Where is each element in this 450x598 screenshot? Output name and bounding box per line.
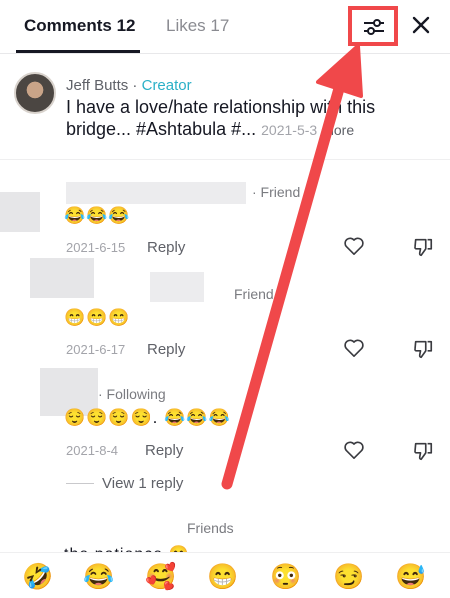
comment-meta: · Following <box>98 386 166 402</box>
emoji-button[interactable]: 🥰 <box>145 563 176 592</box>
heart-icon[interactable] <box>343 440 365 460</box>
tab-bar: Comments 12 Likes 17 <box>0 0 450 54</box>
comment-item: Friend 😁😁😁 2021-6-17 Reply <box>0 258 450 368</box>
dislike-icon[interactable] <box>412 338 434 360</box>
commenter-name[interactable] <box>150 272 204 302</box>
emoji-button[interactable]: 🤣 <box>22 563 53 592</box>
comment-date: 2021-8-4 <box>66 443 119 458</box>
comment-item: · Friend 😂😂😂 2021-6-15 Reply <box>0 170 450 266</box>
creator-badge: Creator <box>141 77 192 94</box>
avatar[interactable] <box>0 192 40 232</box>
emoji-button[interactable]: 😏 <box>333 563 364 592</box>
comment-date: 2021-6-15 <box>66 240 126 255</box>
comment-meta: Friend <box>234 286 274 302</box>
replies-divider <box>66 483 94 484</box>
dislike-icon[interactable] <box>412 236 434 258</box>
post-date: 2021-5-3 <box>261 122 318 138</box>
avatar[interactable] <box>14 72 56 114</box>
avatar[interactable] <box>30 258 94 298</box>
author-separator: · <box>128 77 142 94</box>
post-author[interactable]: Jeff Butts <box>66 77 128 94</box>
comment-date: 2021-6-17 <box>66 342 126 357</box>
heart-icon[interactable] <box>343 338 365 358</box>
sliders-icon <box>364 19 384 35</box>
emoji-button[interactable]: 😅 <box>395 563 426 592</box>
emoji-button[interactable]: 😂 <box>83 563 114 592</box>
reply-button[interactable]: Reply <box>145 442 183 459</box>
tab-likes[interactable]: Likes 17 <box>166 16 229 36</box>
comment-text: 😂😂😂 <box>64 206 131 225</box>
reply-button[interactable]: Reply <box>147 239 185 256</box>
comment-item: · Following 😌😌😌😌. 😂😂😂 2021-8-4 Reply Vie… <box>0 368 450 498</box>
post-author-line: Jeff Butts · Creator <box>66 77 192 94</box>
dislike-icon[interactable] <box>412 440 434 462</box>
comment-text: 😌😌😌😌. 😂😂😂 <box>64 408 231 427</box>
more-link[interactable]: more <box>322 122 354 138</box>
comment-item: Friends the patience 😊 <box>0 512 450 563</box>
active-tab-indicator <box>16 50 140 53</box>
close-button[interactable] <box>408 12 434 38</box>
commenter-name[interactable] <box>66 182 246 204</box>
reply-button[interactable]: Reply <box>147 341 185 358</box>
post-caption: Jeff Butts · Creator I have a love/hate … <box>0 60 450 160</box>
comment-meta: · Friend <box>252 184 301 200</box>
close-icon <box>412 16 430 34</box>
heart-icon[interactable] <box>343 236 365 256</box>
view-replies-button[interactable]: View 1 reply <box>102 475 183 492</box>
filter-button[interactable] <box>348 6 398 46</box>
emoji-quick-bar: 🤣 😂 🥰 😁 😳 😏 😅 <box>0 552 450 598</box>
comment-text: 😁😁😁 <box>64 308 131 327</box>
emoji-button[interactable]: 😳 <box>270 563 301 592</box>
tab-comments[interactable]: Comments 12 <box>24 16 135 36</box>
comment-meta: Friends <box>187 520 234 536</box>
post-text: I have a love/hate relationship with thi… <box>66 96 426 141</box>
emoji-button[interactable]: 😁 <box>207 563 238 592</box>
